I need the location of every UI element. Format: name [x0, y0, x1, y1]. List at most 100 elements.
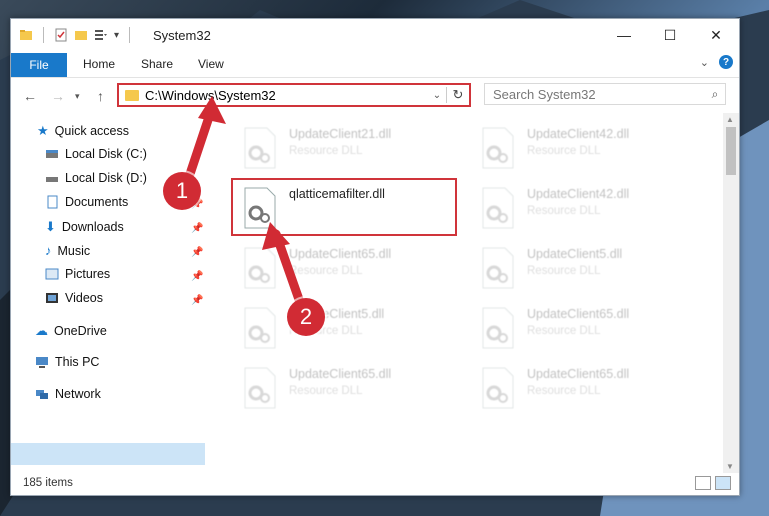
- file-item[interactable]: UpdateClient65.dll Resource DLL: [233, 363, 463, 419]
- ribbon: File Home Share View ⌄ ?: [11, 53, 739, 78]
- tab-home[interactable]: Home: [83, 57, 115, 71]
- step-1-badge: 1: [163, 172, 201, 210]
- pin-icon[interactable]: 📌: [191, 271, 203, 282]
- file-name: UpdateClient65.dll: [527, 367, 630, 381]
- up-arrow-icon[interactable]: ↑: [97, 88, 104, 104]
- search-input[interactable]: Search System32 ⌕: [484, 83, 726, 105]
- sidebar-item-label: Downloads: [61, 220, 124, 234]
- divider: [43, 27, 44, 43]
- large-icons-view-icon[interactable]: [715, 476, 731, 490]
- tab-view[interactable]: View: [198, 57, 224, 71]
- file-item[interactable]: UpdateClient65.dll Resource DLL: [471, 303, 701, 359]
- back-arrow-icon[interactable]: ←: [23, 88, 37, 104]
- scroll-up-icon[interactable]: ▲: [726, 115, 734, 124]
- sidebar-item-label: Network: [55, 387, 101, 401]
- dll-file-icon: [482, 247, 514, 289]
- scroll-down-icon[interactable]: ▼: [726, 462, 734, 471]
- sidebar-item-label: Music: [57, 243, 91, 258]
- download-icon: ⬇: [45, 219, 56, 234]
- pin-icon[interactable]: 📌: [191, 247, 203, 258]
- file-name: UpdateClient42.dll: [527, 127, 630, 141]
- file-name: UpdateClient21.dll: [289, 127, 392, 141]
- sidebar-item-documents[interactable]: Documents: [45, 195, 128, 209]
- properties-icon[interactable]: [54, 28, 68, 42]
- refresh-icon[interactable]: ↻: [446, 87, 469, 103]
- file-name: UpdateClient65.dll: [289, 247, 392, 261]
- dll-file-icon: [482, 127, 514, 169]
- dll-file-icon: [482, 367, 514, 409]
- new-folder-icon[interactable]: [74, 28, 88, 42]
- dropdown-icon[interactable]: ▾: [114, 30, 119, 41]
- sidebar-item-local-disk-d[interactable]: Local Disk (D:): [45, 171, 147, 185]
- chevron-down-icon[interactable]: ⌄: [428, 90, 446, 101]
- tab-share[interactable]: Share: [141, 57, 173, 71]
- music-icon: ♪: [45, 243, 52, 258]
- file-item[interactable]: UpdateClient5.dll Resource DLL: [471, 243, 701, 299]
- file-type: Resource DLL: [527, 265, 601, 277]
- file-item[interactable]: UpdateClient65.dll Resource DLL: [233, 243, 463, 299]
- file-list: UpdateClient21.dll Resource DLL UpdateClie…: [223, 113, 723, 473]
- file-item[interactable]: UpdateClient21.dll Resource DLL: [233, 123, 463, 179]
- selection-highlight: [11, 443, 205, 465]
- customize-toolbar-icon[interactable]: [94, 28, 108, 42]
- file-type: Resource DLL: [289, 145, 363, 157]
- tab-file[interactable]: File: [11, 53, 67, 77]
- status-bar: 185 items: [11, 471, 739, 495]
- address-bar[interactable]: C:\Windows\System32 ⌄ ↻: [117, 83, 471, 107]
- search-icon[interactable]: ⌕: [705, 87, 725, 102]
- file-type: Resource DLL: [527, 145, 601, 157]
- file-name: UpdateClient65.dll: [289, 367, 392, 381]
- sidebar-item-local-disk-c[interactable]: Local Disk (C:): [45, 147, 147, 161]
- file-item[interactable]: UpdateClient5.dll Resource DLL: [233, 303, 463, 359]
- highlight-annotation-box: [231, 178, 457, 236]
- item-count: 185 items: [23, 477, 73, 489]
- divider: [129, 27, 131, 43]
- file-item[interactable]: UpdateClient65.dll Resource DLL: [471, 363, 701, 419]
- sidebar-item-label: Videos: [65, 291, 103, 305]
- vertical-scrollbar[interactable]: ▲ ▼: [723, 113, 739, 473]
- step-2-badge: 2: [287, 298, 325, 336]
- file-name: UpdateClient65.dll: [527, 307, 630, 321]
- sidebar-item-onedrive[interactable]: ☁ OneDrive: [35, 323, 107, 339]
- file-explorer-window: ▾ System32 — ☐ ✕ File Home Share View ⌄ …: [10, 18, 740, 496]
- sidebar-item-label: OneDrive: [54, 324, 107, 338]
- file-item[interactable]: UpdateClient42.dll Resource DLL: [471, 183, 701, 239]
- network-icon: [36, 390, 48, 399]
- dll-file-icon: [482, 187, 514, 229]
- details-view-icon[interactable]: [695, 476, 711, 490]
- sidebar-item-label: Local Disk (D:): [65, 171, 147, 185]
- sidebar-item-label: Documents: [65, 195, 129, 209]
- navigation-pane: ★ Quick access Local Disk (C:) Local Dis…: [11, 113, 207, 473]
- close-button[interactable]: ✕: [693, 19, 739, 51]
- forward-arrow-icon[interactable]: →: [51, 88, 65, 104]
- file-item[interactable]: UpdateClient42.dll Resource DLL: [471, 123, 701, 179]
- sidebar-item-music[interactable]: ♪ Music: [45, 243, 90, 258]
- sidebar-item-this-pc[interactable]: This PC: [35, 355, 99, 369]
- expand-ribbon-icon[interactable]: ⌄: [700, 56, 709, 69]
- sidebar-item-videos[interactable]: Videos: [45, 291, 103, 305]
- help-icon[interactable]: ?: [719, 55, 733, 69]
- pin-icon[interactable]: 📌: [191, 223, 203, 234]
- scrollbar-thumb[interactable]: [726, 127, 736, 175]
- window-title: System32: [153, 28, 211, 43]
- address-path[interactable]: C:\Windows\System32: [145, 88, 428, 103]
- quick-access-toolbar: ▾: [19, 27, 134, 43]
- dll-file-icon: [244, 247, 276, 289]
- sidebar-item-network[interactable]: Network: [35, 387, 101, 401]
- sidebar-item-quick-access[interactable]: ★ Quick access: [37, 123, 129, 139]
- file-name: UpdateClient42.dll: [527, 187, 630, 201]
- file-type: Resource DLL: [289, 265, 363, 277]
- maximize-button[interactable]: ☐: [647, 19, 693, 51]
- documents-icon: [47, 195, 58, 209]
- drive-icon: [46, 177, 58, 182]
- pin-icon[interactable]: 📌: [191, 295, 203, 306]
- title-bar: ▾ System32 — ☐ ✕: [11, 19, 739, 53]
- minimize-button[interactable]: —: [601, 19, 647, 51]
- recent-locations-icon[interactable]: ▾: [75, 91, 80, 102]
- file-name: UpdateClient5.dll: [527, 247, 623, 261]
- videos-icon: [46, 293, 58, 303]
- sidebar-item-pictures[interactable]: Pictures: [45, 267, 110, 281]
- sidebar-item-label: Pictures: [65, 267, 111, 281]
- computer-icon: [36, 357, 48, 368]
- sidebar-item-downloads[interactable]: ⬇ Downloads: [45, 219, 124, 235]
